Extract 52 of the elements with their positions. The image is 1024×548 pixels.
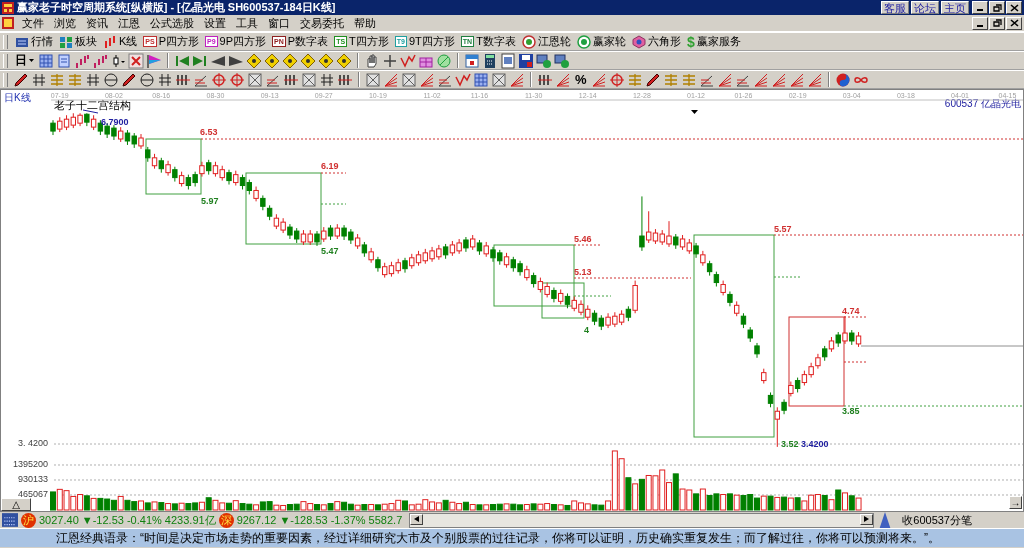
price-label: 5.46 — [574, 234, 592, 244]
toolbar-button[interactable]: 六角形 — [629, 33, 683, 50]
toolbar-button[interactable]: 板块 — [57, 33, 99, 50]
price-label: 6.53 — [200, 127, 218, 137]
price-label: 3.4200 — [801, 439, 829, 449]
window-title: 赢家老子时空周期系统[纵横版] - [亿晶光电 SH600537-184日K线] — [17, 0, 337, 15]
price-label: 5.47 — [321, 246, 339, 256]
toolbar-button[interactable]: 赢家轮 — [574, 33, 628, 50]
menu-item[interactable]: 工具 — [231, 15, 263, 31]
menu-item[interactable]: 交易委托 — [295, 15, 349, 31]
quote-text: 江恩经典语录：“时间是决定市场走势的重要因素，经过详细研究大市及个别股票的过往记录，你将可以证明，历史确实重复发生；而了解过往，你将可以预测将来。”。 — [56, 529, 940, 547]
toolbar-button[interactable]: 江恩轮 — [519, 33, 573, 50]
menu-item[interactable]: 江恩 — [113, 15, 145, 31]
price-label: 3.52 — [781, 439, 799, 449]
axis-label: 930133 — [17, 474, 48, 485]
price-label: 6.7900 — [101, 117, 129, 127]
price-label: 5.97 — [201, 196, 219, 206]
market-badge: 沪 — [21, 512, 36, 528]
market-badge: 深 — [218, 512, 234, 528]
axis-label: 465067 — [17, 489, 48, 500]
period-dropdown[interactable]: 日 — [13, 52, 36, 69]
menu-item[interactable]: 设置 — [199, 15, 231, 31]
market-quote: 9267.12 ▼-128.53 -1.37% 5582.7 — [236, 514, 403, 526]
study-title: 老子十二宫结构 — [54, 99, 131, 111]
price-label: 5.57 — [774, 224, 792, 234]
menu-item[interactable]: 浏览 — [49, 15, 81, 31]
axis-label: 3. 4200 — [17, 438, 48, 449]
expand-button[interactable]: △ — [1, 498, 31, 511]
chart-title: 日K线 — [4, 92, 31, 103]
menu-item[interactable]: 资讯 — [81, 15, 113, 31]
header-link[interactable]: 客服 — [881, 1, 909, 14]
scroll-right-button[interactable]: → — [1009, 496, 1022, 509]
menu-item[interactable]: 公式选股 — [145, 15, 199, 31]
price-label: 3.85 — [842, 406, 860, 416]
menu-item[interactable]: 文件 — [17, 15, 49, 31]
tick-data-link[interactable]: 收600537分笔 — [902, 512, 972, 528]
header-link[interactable]: 论坛 — [911, 1, 939, 14]
stock-name: 600537 亿晶光电 — [944, 98, 1021, 109]
percent-button[interactable]: % — [573, 72, 589, 87]
price-label: 6.19 — [321, 161, 339, 171]
menu-item[interactable]: 窗口 — [263, 15, 295, 31]
market-quote: 3027.40 ▼-12.53 -0.41% 4233.91亿 — [39, 512, 216, 528]
price-label: 5.13 — [574, 267, 592, 277]
menu-item[interactable]: 帮助 — [349, 15, 381, 31]
axis-label: 1395200 — [12, 459, 48, 470]
toolbar-button[interactable]: 行情 — [13, 33, 55, 50]
toolbar-button[interactable]: $赢家服务 — [684, 33, 743, 50]
header-link[interactable]: 主页 — [941, 1, 969, 14]
dollar-icon: $ — [686, 34, 695, 49]
price-label: 4 — [584, 325, 589, 335]
toolbar-button[interactable]: K线 — [101, 33, 140, 50]
price-label: 4.74 — [842, 306, 860, 316]
